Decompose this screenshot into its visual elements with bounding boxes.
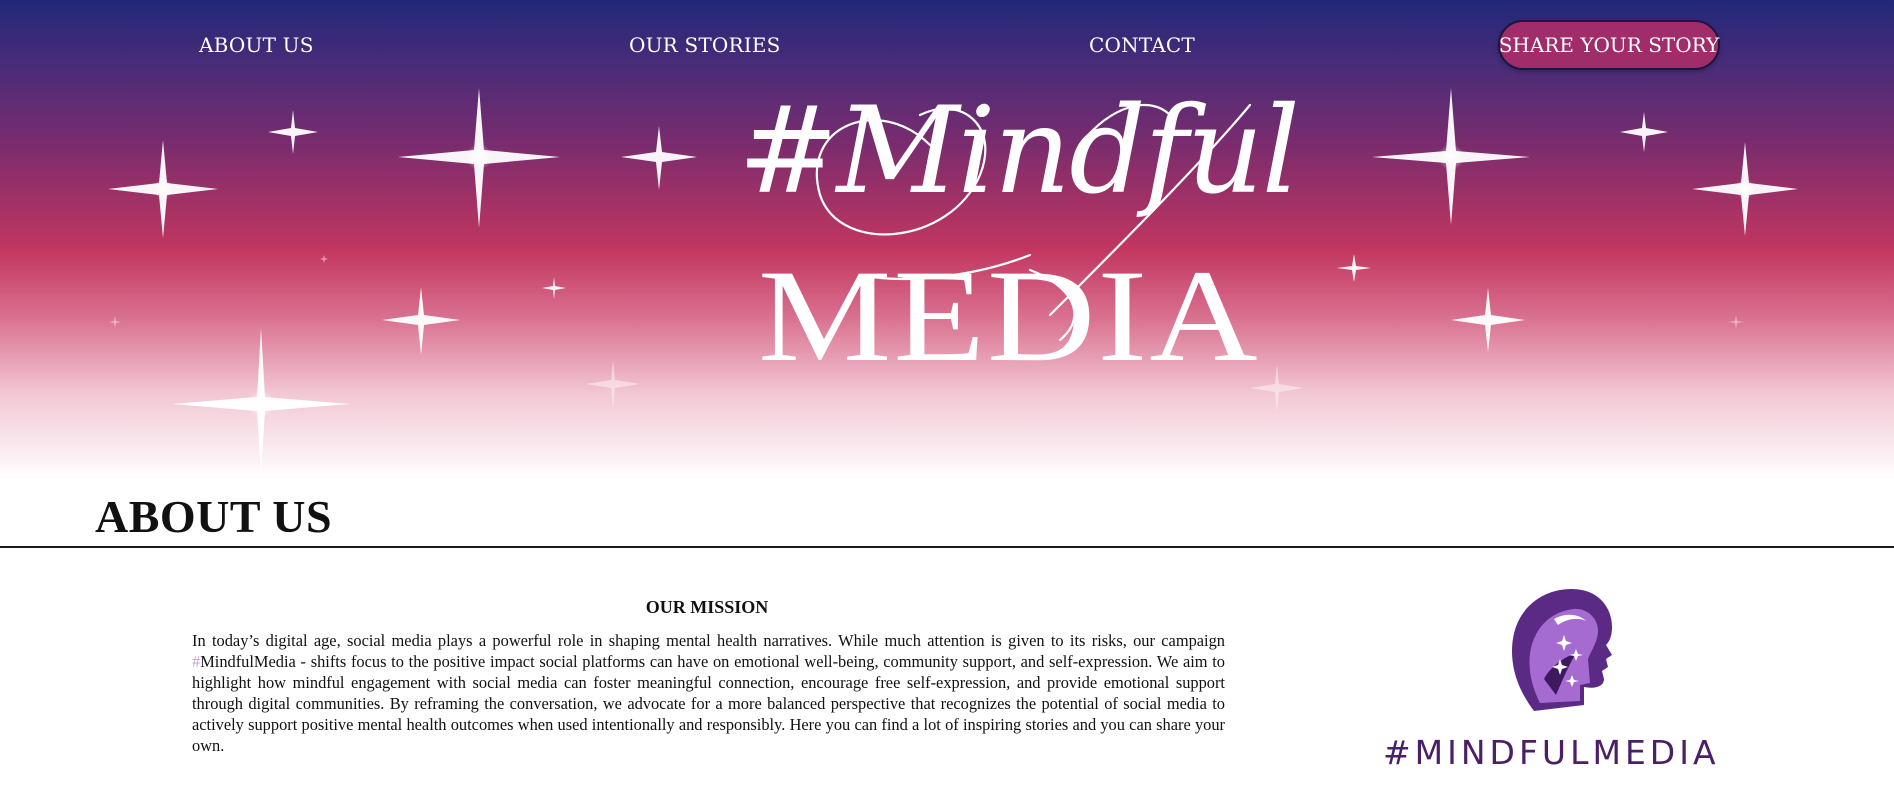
- nav-about-us[interactable]: ABOUT US: [199, 33, 314, 57]
- section-divider: [0, 546, 1894, 548]
- mission-paragraph: In today’s digital age, social media pla…: [192, 630, 1225, 756]
- share-your-story-button[interactable]: SHARE YOUR STORY: [1498, 20, 1720, 70]
- mission-hashtag: #: [192, 652, 201, 671]
- mission-title: OUR MISSION: [645, 597, 769, 617]
- logo-media-wordmark: MEDIA: [758, 242, 1260, 390]
- mission-text-end: MindfulMedia - shifts focus to the posit…: [192, 652, 1225, 755]
- nav-contact[interactable]: CONTACT: [1089, 33, 1195, 57]
- brand-wordmark: #MINDFULMEDIA: [1383, 733, 1720, 772]
- about-us-heading: ABOUT US: [95, 491, 333, 542]
- head-silhouette-icon: [1512, 589, 1612, 711]
- mission-text-start: In today’s digital age, social media pla…: [192, 631, 1225, 650]
- hero-banner: ABOUT US OUR STORIES CONTACT SHARE YOUR …: [0, 0, 1894, 480]
- nav-our-stories[interactable]: OUR STORIES: [629, 33, 781, 57]
- logo-mindful-script: #Mindful: [738, 82, 1300, 221]
